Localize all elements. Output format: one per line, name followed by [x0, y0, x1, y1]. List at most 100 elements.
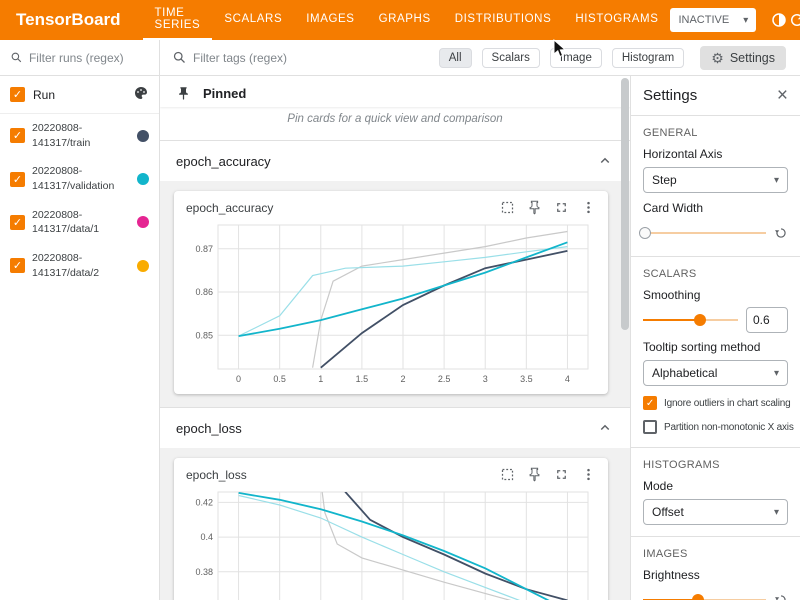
epoch-loss-chart: 00.511.522.533.540.360.380.40.42: [184, 486, 600, 600]
close-icon[interactable]: ×: [777, 86, 788, 105]
partition-x-axis-checkbox[interactable]: [643, 420, 657, 434]
chip-histogram[interactable]: Histogram: [612, 48, 684, 68]
ignore-outliers-checkbox-row[interactable]: Ignore outliers in chart scaling: [643, 396, 788, 410]
horizontal-axis-label: Horizontal Axis: [643, 147, 788, 161]
collapse-icon[interactable]: [596, 419, 614, 437]
scrollbar-thumb[interactable]: [621, 78, 629, 330]
fit-data-icon[interactable]: [500, 200, 515, 215]
svg-text:3: 3: [483, 374, 488, 384]
ignore-outliers-checkbox[interactable]: [643, 396, 657, 410]
select-all-runs-checkbox[interactable]: [10, 87, 25, 102]
card-title: epoch_accuracy: [186, 201, 273, 215]
brightness-slider[interactable]: [643, 593, 766, 600]
section-epoch-accuracy[interactable]: epoch_accuracy: [160, 141, 630, 181]
scalar-card-epoch-loss: epoch_loss 00.511.522.533.540.360.380.40…: [174, 458, 608, 600]
run-filter-input[interactable]: [29, 51, 149, 65]
app-logo: TensorBoard: [0, 10, 143, 30]
tab-graphs[interactable]: GRAPHS: [367, 0, 443, 40]
tooltip-sort-select[interactable]: Alphabetical ▾: [643, 360, 788, 386]
app-header: TensorBoard TIME SERIES SCALARS IMAGES G…: [0, 0, 800, 40]
slider-knob[interactable]: [692, 594, 704, 600]
settings-button[interactable]: ⚙ Settings: [700, 46, 786, 70]
dropdown-caret-icon: ▾: [743, 15, 748, 26]
more-vert-icon[interactable]: [581, 200, 596, 215]
tab-distributions[interactable]: DISTRIBUTIONS: [443, 0, 564, 40]
reset-icon[interactable]: [774, 593, 788, 600]
fullscreen-icon[interactable]: [554, 467, 569, 482]
run-row-data2[interactable]: 20220808-141317/data/2: [0, 244, 159, 287]
reset-icon[interactable]: [774, 226, 788, 240]
tab-scalars[interactable]: SCALARS: [212, 0, 294, 40]
histogram-mode-label: Mode: [643, 479, 788, 493]
group-heading: HISTOGRAMS: [643, 459, 788, 471]
svg-text:0.86: 0.86: [195, 287, 213, 297]
smoothing-value-input[interactable]: [746, 307, 788, 333]
pin-icon: [176, 86, 191, 101]
pinned-title: Pinned: [203, 86, 246, 101]
tag-filter-input[interactable]: [193, 51, 323, 65]
run-filter: [0, 40, 159, 76]
card-region: epoch_loss 00.511.522.533.540.360.380.40…: [160, 448, 630, 600]
gear-icon: ⚙: [711, 51, 724, 65]
svg-text:1: 1: [318, 374, 323, 384]
run-name: 20220808-141317/data/1: [32, 208, 130, 237]
brightness-label: Brightness: [643, 568, 788, 582]
palette-icon[interactable]: [133, 85, 149, 104]
reload-status-select[interactable]: INACTIVE ▾: [670, 8, 756, 32]
fullscreen-icon[interactable]: [554, 200, 569, 215]
dropdown-caret-icon: ▾: [774, 175, 779, 186]
card-title: epoch_loss: [186, 468, 247, 482]
tab-time-series[interactable]: TIME SERIES: [143, 0, 213, 40]
run-name: 20220808-141317/validation: [32, 164, 130, 193]
card-width-slider[interactable]: [643, 226, 766, 240]
group-heading: IMAGES: [643, 548, 788, 560]
settings-button-label: Settings: [730, 51, 775, 65]
pin-icon[interactable]: [527, 467, 542, 482]
smoothing-slider[interactable]: [643, 313, 738, 327]
run-color-dot: [137, 260, 149, 272]
run-name: 20220808-141317/train: [32, 121, 130, 150]
runs-header-row: Run: [0, 76, 159, 114]
run-row-validation[interactable]: 20220808-141317/validation: [0, 157, 159, 200]
settings-group-general: GENERAL Horizontal Axis Step ▾ Card Widt…: [631, 116, 800, 257]
tooltip-sort-label: Tooltip sorting method: [643, 340, 788, 354]
run-checkbox[interactable]: [10, 215, 25, 230]
section-title: epoch_loss: [176, 421, 242, 436]
chip-all[interactable]: All: [439, 48, 472, 68]
slider-knob[interactable]: [639, 227, 651, 239]
card-width-label: Card Width: [643, 201, 788, 215]
run-name: 20220808-141317/data/2: [32, 251, 130, 280]
slider-knob[interactable]: [694, 314, 706, 326]
settings-title: Settings: [643, 87, 697, 104]
pin-icon[interactable]: [527, 200, 542, 215]
run-checkbox[interactable]: [10, 128, 25, 143]
svg-text:4: 4: [565, 374, 570, 384]
chip-image[interactable]: Image: [550, 48, 602, 68]
pinned-header: Pinned: [160, 76, 630, 107]
horizontal-axis-select[interactable]: Step ▾: [643, 167, 788, 193]
run-checkbox[interactable]: [10, 258, 25, 273]
smoothing-label: Smoothing: [643, 288, 788, 302]
content-area: Run 20220808-141317/train 20220808-14131…: [0, 40, 800, 600]
partition-x-axis-checkbox-row[interactable]: Partition non-monotonic X axis: [643, 420, 788, 434]
section-epoch-loss[interactable]: epoch_loss: [160, 408, 630, 448]
run-row-data1[interactable]: 20220808-141317/data/1: [0, 201, 159, 244]
histogram-mode-select[interactable]: Offset ▾: [643, 499, 788, 525]
refresh-icon[interactable]: [788, 5, 800, 35]
svg-text:0.5: 0.5: [273, 374, 286, 384]
svg-text:0: 0: [236, 374, 241, 384]
theme-toggle-icon[interactable]: [770, 5, 788, 35]
tab-images[interactable]: IMAGES: [294, 0, 366, 40]
svg-text:0.85: 0.85: [195, 330, 213, 340]
chip-scalars[interactable]: Scalars: [482, 48, 540, 68]
collapse-icon[interactable]: [596, 152, 614, 170]
card-region: epoch_accuracy 00.511.522.533.540.850.86…: [160, 181, 630, 408]
scrollbar[interactable]: [621, 76, 630, 600]
settings-panel: Settings × GENERAL Horizontal Axis Step …: [630, 76, 800, 600]
run-checkbox[interactable]: [10, 172, 25, 187]
svg-text:2: 2: [400, 374, 405, 384]
run-row-train[interactable]: 20220808-141317/train: [0, 114, 159, 157]
more-vert-icon[interactable]: [581, 467, 596, 482]
tab-histograms[interactable]: HISTOGRAMS: [563, 0, 670, 40]
fit-data-icon[interactable]: [500, 467, 515, 482]
